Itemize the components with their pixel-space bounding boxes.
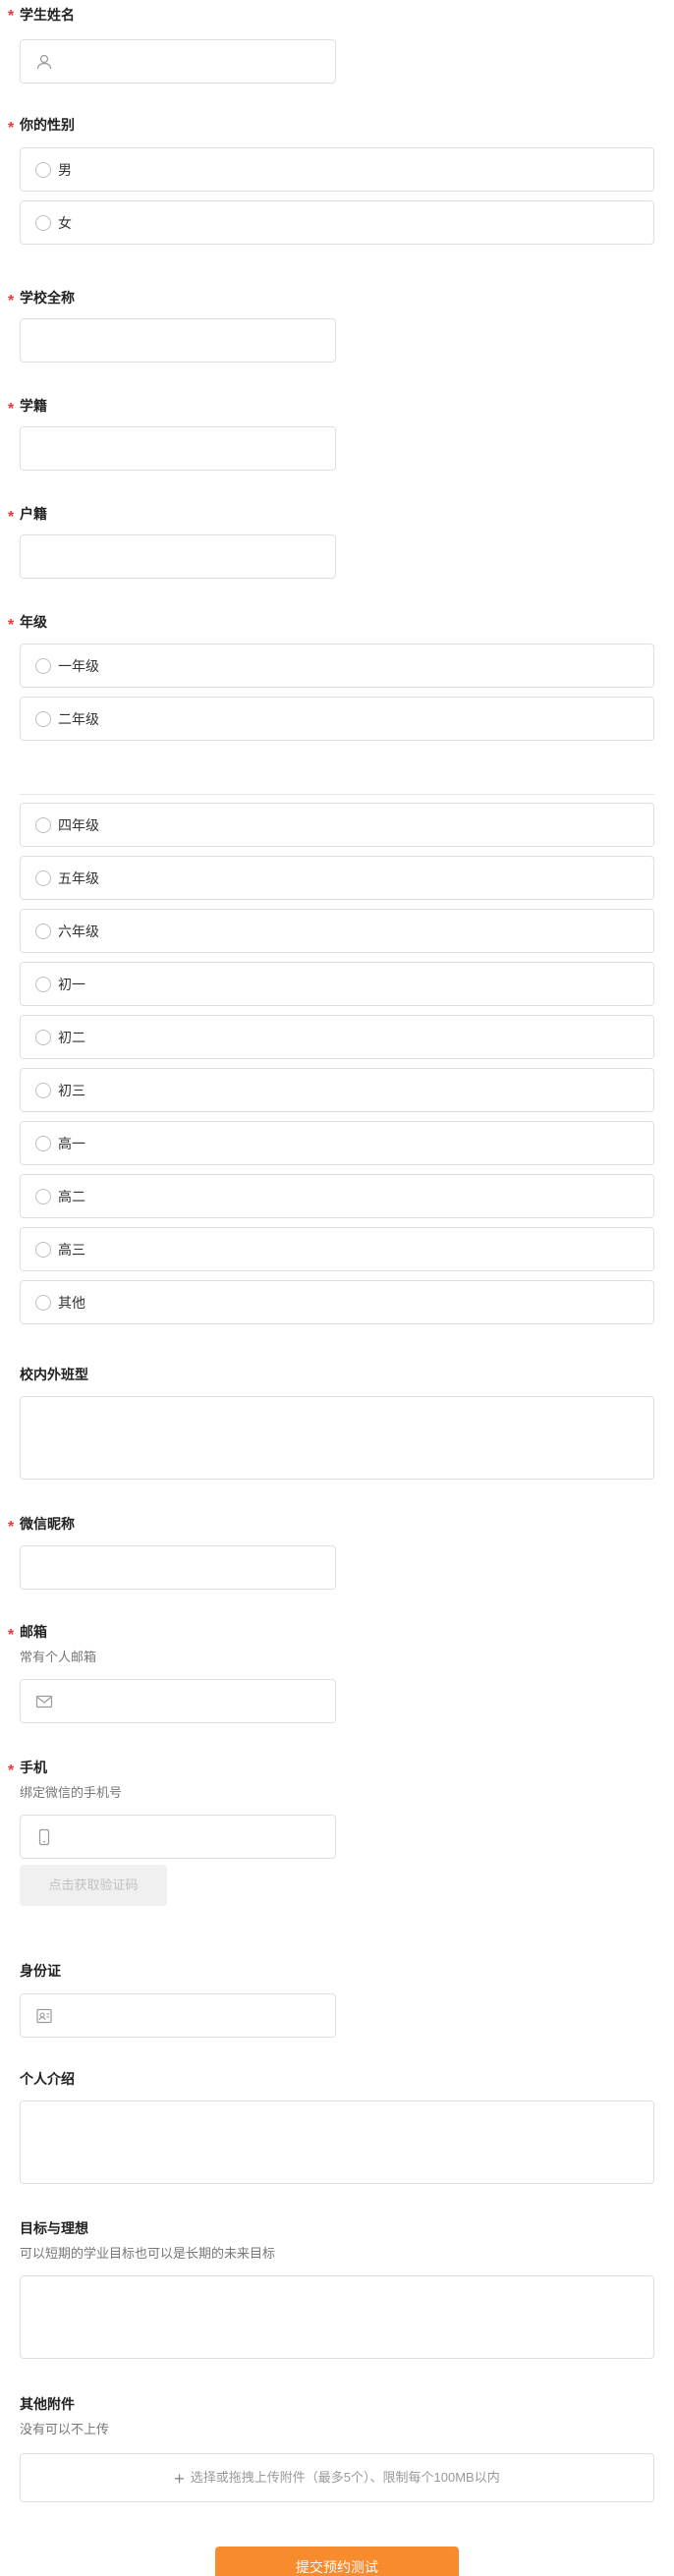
radio-circle xyxy=(35,870,51,886)
option-label: 五年级 xyxy=(58,870,99,886)
email-hint: 常有个人邮箱 xyxy=(20,1650,97,1664)
required-mark: * xyxy=(8,293,15,309)
radio-circle xyxy=(35,1083,51,1098)
option-label: 高一 xyxy=(58,1136,85,1151)
wechat-input[interactable] xyxy=(20,1545,336,1590)
class-type-textarea[interactable] xyxy=(20,1396,654,1480)
grade-option[interactable]: 四年级 xyxy=(20,803,654,847)
required-mark: * xyxy=(8,8,15,25)
id-card-input[interactable] xyxy=(20,1993,336,2038)
user-icon xyxy=(36,54,52,70)
id-card-label: 身份证 xyxy=(20,1963,61,1979)
intro-textarea[interactable] xyxy=(20,2100,654,2184)
radio-circle xyxy=(35,1030,51,1045)
class-type-label: 校内外班型 xyxy=(20,1367,88,1382)
grade-option[interactable]: 二年级 xyxy=(20,697,654,741)
gender-option-female[interactable]: 女 xyxy=(20,200,654,245)
required-mark: * xyxy=(8,1627,15,1644)
grade-option[interactable]: 高三 xyxy=(20,1227,654,1271)
email-input[interactable] xyxy=(20,1679,336,1723)
radio-circle xyxy=(35,215,51,231)
option-label: 女 xyxy=(58,215,72,231)
required-mark: * xyxy=(8,120,15,137)
submit-button[interactable]: 提交预约测试 xyxy=(215,2547,459,2576)
option-label: 四年级 xyxy=(58,817,99,833)
radio-circle xyxy=(35,711,51,727)
phone-input[interactable] xyxy=(20,1815,336,1859)
option-label: 高三 xyxy=(58,1242,85,1258)
gender-option-male[interactable]: 男 xyxy=(20,147,654,192)
radio-circle xyxy=(35,1295,51,1311)
option-label: 二年级 xyxy=(58,711,99,727)
radio-circle xyxy=(35,1242,51,1258)
option-label: 六年级 xyxy=(58,924,99,939)
required-mark: * xyxy=(8,1519,15,1536)
student-name-label: 学生姓名 xyxy=(20,7,75,23)
student-status-input[interactable] xyxy=(20,426,336,471)
radio-circle xyxy=(35,817,51,833)
household-input[interactable] xyxy=(20,534,336,579)
id-card-icon xyxy=(36,2008,52,2024)
mail-icon xyxy=(35,1695,53,1708)
option-label: 初二 xyxy=(58,1030,85,1045)
grade-option[interactable]: 高一 xyxy=(20,1121,654,1165)
email-label: 邮箱 xyxy=(20,1624,47,1640)
radio-circle xyxy=(35,1189,51,1204)
radio-circle xyxy=(35,924,51,939)
required-mark: * xyxy=(8,401,15,418)
school-label: 学校全称 xyxy=(20,290,75,306)
student-status-label: 学籍 xyxy=(20,398,47,414)
grade-option[interactable]: 六年级 xyxy=(20,909,654,953)
radio-circle xyxy=(35,1136,51,1151)
phone-icon xyxy=(38,1828,50,1846)
radio-circle xyxy=(35,658,51,674)
radio-circle xyxy=(35,162,51,178)
required-mark: * xyxy=(8,509,15,526)
get-code-button[interactable]: 点击获取验证码 xyxy=(20,1865,167,1906)
phone-hint: 绑定微信的手机号 xyxy=(20,1785,123,1800)
required-mark: * xyxy=(8,1763,15,1779)
grade-option[interactable]: 初一 xyxy=(20,962,654,1006)
upload-text: 选择或拖拽上传附件（最多5个）、限制每个100MB以内 xyxy=(190,2470,500,2485)
attachments-hint: 没有可以不上传 xyxy=(20,2422,110,2436)
intro-label: 个人介绍 xyxy=(20,2071,75,2087)
grade-option[interactable]: 五年级 xyxy=(20,856,654,900)
household-label: 户籍 xyxy=(20,506,47,522)
option-label: 其他 xyxy=(58,1295,85,1311)
grade-option[interactable]: 一年级 xyxy=(20,644,654,688)
goals-textarea[interactable] xyxy=(20,2275,654,2359)
wechat-label: 微信昵称 xyxy=(20,1516,75,1532)
grade-option[interactable]: 初三 xyxy=(20,1068,654,1112)
grade-option[interactable]: 初二 xyxy=(20,1015,654,1059)
required-mark: * xyxy=(8,617,15,634)
goals-hint: 可以短期的学业目标也可以是长期的未来目标 xyxy=(20,2246,276,2261)
upload-area[interactable]: + 选择或拖拽上传附件（最多5个）、限制每个100MB以内 xyxy=(20,2453,654,2502)
option-label: 一年级 xyxy=(58,658,99,674)
grade-option[interactable]: 高二 xyxy=(20,1174,654,1218)
phone-label: 手机 xyxy=(20,1760,47,1775)
school-input[interactable] xyxy=(20,318,336,363)
goals-label: 目标与理想 xyxy=(20,2220,88,2236)
option-label: 初三 xyxy=(58,1083,85,1098)
option-label: 高二 xyxy=(58,1189,85,1204)
radio-circle xyxy=(35,977,51,992)
divider xyxy=(20,794,654,795)
option-label: 男 xyxy=(58,162,72,178)
student-name-input[interactable] xyxy=(20,39,336,84)
option-label: 初一 xyxy=(58,977,85,992)
grade-label: 年级 xyxy=(20,614,47,630)
grade-option[interactable]: 其他 xyxy=(20,1280,654,1324)
gender-label: 你的性别 xyxy=(20,117,75,133)
plus-icon: + xyxy=(174,2468,185,2489)
attachments-label: 其他附件 xyxy=(20,2396,75,2412)
